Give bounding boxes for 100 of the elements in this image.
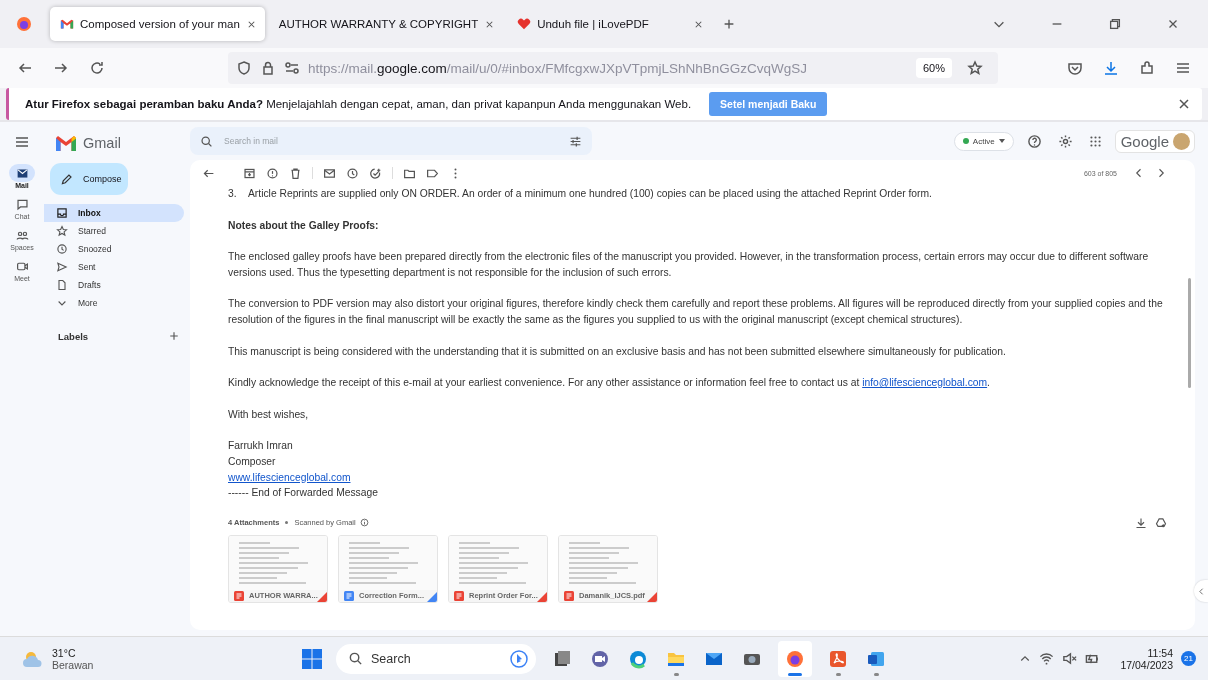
tab-title: Composed version of your man — [80, 18, 240, 30]
browser-tab[interactable]: Composed version of your man — [50, 7, 265, 41]
reload-icon — [89, 60, 105, 76]
clock[interactable]: 11:54 17/04/2023 — [1120, 646, 1173, 671]
windows-start-icon[interactable] — [302, 648, 322, 669]
folder-item[interactable]: Drafts — [44, 276, 184, 294]
clock-button[interactable] — [344, 166, 361, 180]
permissions-icon — [284, 60, 300, 76]
status-button[interactable]: Active — [953, 131, 1014, 151]
notification-badge[interactable]: 21 — [1181, 651, 1196, 666]
archive-button[interactable] — [241, 166, 258, 180]
body-paragraph: The conversion to PDF version may also distort your original figures, therefore kindly check them carefully and report these problems. All figures will be reproduced directly from your supplied copies and the resolution of the figures in the final manuscript will be exactly the same as the figures you supplied to us with the original manuscript (except chemical structures). — [228, 297, 1164, 327]
pocket-icon — [1067, 60, 1083, 76]
task-view-icon — [552, 648, 572, 669]
file-corner-icon — [537, 591, 547, 602]
report-button[interactable] — [264, 166, 281, 180]
download-icon — [1135, 516, 1147, 529]
menu-icon — [14, 134, 30, 150]
gmail-logo-text: Gmail — [83, 135, 121, 151]
wifi-icon[interactable] — [1039, 651, 1055, 666]
clock-icon — [56, 243, 68, 255]
folder-item[interactable]: More — [44, 294, 184, 312]
apps-grid-icon — [1088, 134, 1102, 148]
url-text: https://mail.google.com/mail/u/0/#inbox/FMfcgxwJXpVTpmjLShNhBnGGzCvqWgSJ — [308, 60, 807, 76]
list-item-text: Article Reprints are supplied only ON ORDER. An order of a minimum one hundred (100) copies can be placed using the attached Reprint Order form. — [248, 187, 932, 201]
folder-item[interactable]: Sent — [44, 258, 184, 276]
signature-line: Farrukh Imran — [228, 439, 294, 454]
edge-browser-icon — [628, 648, 648, 669]
taskbar-search-field[interactable]: Search — [336, 643, 536, 674]
caret-down-icon — [998, 139, 1005, 143]
envelope-m-icon — [60, 17, 74, 31]
body-paragraph: Kindly acknowledge the receipt of this e-mail at your earliest convenience. For any other assistance or information feel free to contact us at info@lifescienceglobal.com. — [228, 376, 991, 391]
section-heading: Notes about the Galley Proofs: — [228, 218, 380, 233]
body-paragraph: This manuscript is being considered with the understanding that it is submitted on an exclusive basis and has not been submitted elsewhere simultaneously for publication. — [228, 344, 1007, 359]
signature-line: Composer — [228, 454, 277, 469]
firefox-icon[interactable] — [16, 16, 32, 32]
browser-tab[interactable]: AUTHOR WARRANTY & COPYRIGHT — [268, 7, 504, 41]
lock-icon — [260, 60, 276, 76]
pdf-file-icon — [564, 590, 574, 601]
weather-condition: Berawan — [52, 658, 94, 671]
labels-heading: Labels — [58, 330, 90, 342]
settings-icon — [1057, 133, 1073, 149]
folder-item[interactable]: Inbox — [44, 204, 184, 222]
tab-title: AUTHOR WARRANTY & COPYRIGHT — [278, 18, 479, 30]
mail-icon — [15, 166, 29, 180]
chat-icon — [15, 197, 29, 211]
status-dot — [962, 138, 969, 144]
file-corner-icon — [647, 591, 657, 602]
account-switcher[interactable]: Google — [1114, 129, 1195, 153]
add-label-button[interactable] — [168, 330, 180, 342]
extensions-icon — [1139, 60, 1155, 76]
main-menu-button[interactable] — [14, 134, 30, 150]
rail-button[interactable] — [9, 164, 35, 182]
filter-options-icon[interactable] — [569, 134, 582, 148]
browser-tab[interactable]: Unduh file | iLovePDF — [507, 7, 713, 41]
shield-icon — [236, 60, 252, 76]
separator-dot — [285, 521, 289, 525]
trash-icon — [289, 166, 302, 180]
scrollbar-thumb[interactable] — [1188, 278, 1191, 388]
save-to-drive-button[interactable] — [1153, 516, 1169, 529]
temperature: 31°C — [52, 646, 77, 659]
search-input[interactable]: Search in mail — [222, 135, 560, 147]
heart-icon — [517, 17, 532, 31]
google-wordmark: Google — [1120, 132, 1169, 150]
address-bar[interactable]: https://mail.google.com/mail/u/0/#inbox/FMfcgxwJXpVTpmjLShNhBnGGzCvqWgSJ 60% — [228, 52, 998, 84]
search-icon[interactable] — [200, 134, 213, 148]
zoom-level-button[interactable]: 60% — [915, 58, 952, 78]
add-task-icon — [369, 166, 382, 180]
send-icon — [56, 261, 68, 273]
menu-icon — [1175, 60, 1191, 76]
acrobat-icon — [828, 648, 848, 669]
speaker-muted-icon[interactable] — [1062, 651, 1078, 666]
folder-item[interactable]: Snoozed — [44, 240, 184, 258]
avatar — [1173, 132, 1190, 150]
report-icon — [266, 166, 279, 180]
website-link[interactable]: www.lifescienceglobal.com — [228, 471, 351, 483]
envelope-button[interactable] — [321, 166, 338, 180]
gmail-logo-icon — [56, 135, 76, 151]
pencil-icon — [60, 172, 73, 186]
search-bar[interactable]: Search in mail — [190, 127, 592, 155]
word-file-icon — [344, 590, 354, 601]
download-icon — [1103, 60, 1119, 76]
firefox-icon — [785, 648, 805, 669]
body-paragraph: The enclosed galley proofs have been prepared directly from the electronic files of the manuscript you provided. However, in the transformation process, certain errors may occur due to different software versions used. Thus the typesetting department is not responsible for the inclusion of such errors. — [228, 250, 1150, 280]
file-corner-icon — [317, 591, 327, 602]
tab-title: Unduh file | iLovePDF — [537, 18, 650, 30]
folder-item[interactable]: Starred — [44, 222, 184, 240]
bing-icon — [510, 649, 528, 668]
help-icon — [1026, 133, 1042, 149]
compose-button[interactable]: Compose — [50, 163, 128, 195]
taskbar-app-button[interactable] — [778, 640, 812, 677]
inbox-icon — [56, 207, 68, 219]
chevron-left-icon — [1196, 586, 1206, 596]
signature-line: ------ End of Forwarded Message — [228, 486, 379, 501]
archive-icon — [243, 166, 256, 180]
envelope-icon — [323, 166, 336, 180]
body-paragraph: With best wishes, — [228, 407, 310, 422]
pdf-file-icon — [454, 590, 464, 601]
drive-add-icon — [1155, 516, 1167, 529]
video-chat-icon — [590, 648, 610, 669]
